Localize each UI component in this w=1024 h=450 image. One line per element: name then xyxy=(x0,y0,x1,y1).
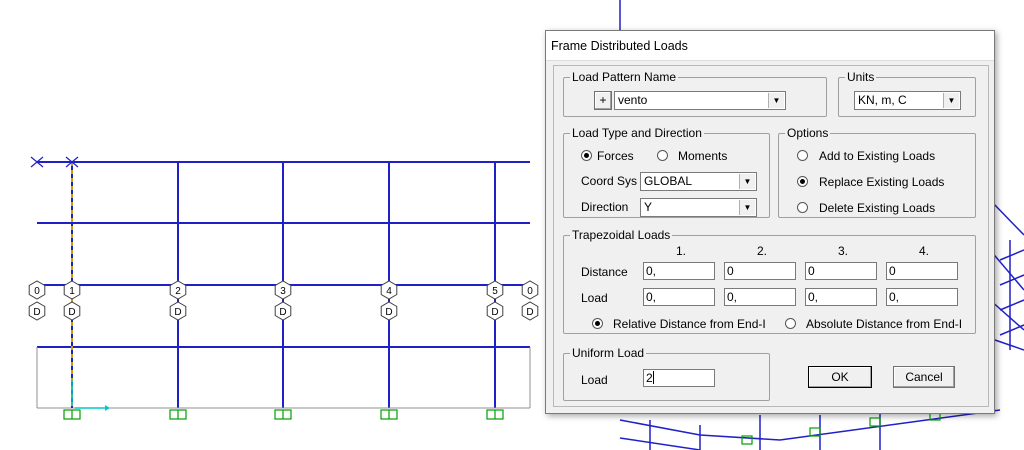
chevron-down-icon[interactable]: ▼ xyxy=(943,93,959,108)
load-pattern-select[interactable]: vento ▼ xyxy=(614,91,786,110)
grid-bubble-bottom-label-0: D xyxy=(33,307,40,318)
trap-load-3-input[interactable]: 0, xyxy=(805,288,877,306)
grid-bubble-top-label-5: 5 xyxy=(492,286,498,297)
trap-load-4-input[interactable]: 0, xyxy=(886,288,958,306)
delete-existing-radio[interactable] xyxy=(797,202,808,213)
chevron-down-icon[interactable]: ▼ xyxy=(739,200,755,215)
uniform-load-value: 2 xyxy=(646,371,653,385)
uniform-load-group-label: Uniform Load xyxy=(572,346,645,360)
forces-label[interactable]: Forces xyxy=(597,149,634,163)
moments-radio[interactable] xyxy=(657,150,668,161)
trap-distance-1-input[interactable]: 0, xyxy=(643,262,715,280)
relative-distance-radio[interactable] xyxy=(592,318,603,329)
frame-distributed-loads-dialog: Frame Distributed Loads Load Pattern Nam… xyxy=(545,30,995,414)
trap-load-2-input[interactable]: 0, xyxy=(724,288,796,306)
delete-existing-label[interactable]: Delete Existing Loads xyxy=(819,201,935,215)
direction-select[interactable]: Y ▼ xyxy=(640,198,757,217)
uniform-load-input[interactable]: 2 xyxy=(643,369,715,387)
chevron-down-icon[interactable]: ▼ xyxy=(768,93,784,108)
trap-col-3-header: 3. xyxy=(838,244,849,258)
chevron-down-icon[interactable]: ▼ xyxy=(739,174,755,189)
frame-supports xyxy=(63,409,504,420)
absolute-distance-label[interactable]: Absolute Distance from End-I xyxy=(806,317,962,331)
cancel-button[interactable]: Cancel xyxy=(893,366,955,388)
dialog-titlebar: Frame Distributed Loads xyxy=(546,31,994,61)
trap-col-4-header: 4. xyxy=(919,244,930,258)
load-pattern-group-label: Load Pattern Name xyxy=(572,70,677,84)
units-value: KN, m, C xyxy=(858,93,907,107)
trap-load-label: Load xyxy=(581,291,608,305)
grid-bubble-bottom-label-5: D xyxy=(491,307,498,318)
uniform-load-label: Load xyxy=(581,373,608,387)
coord-sys-select[interactable]: GLOBAL ▼ xyxy=(640,172,757,191)
trap-col-1-header: 1. xyxy=(676,244,687,258)
add-to-existing-label[interactable]: Add to Existing Loads xyxy=(819,149,935,163)
local-axes xyxy=(71,380,110,411)
add-load-pattern-button[interactable]: + xyxy=(594,91,612,110)
trapezoidal-loads-group-label: Trapezoidal Loads xyxy=(572,228,671,242)
coord-sys-value: GLOBAL xyxy=(644,174,693,188)
forces-radio[interactable] xyxy=(581,150,592,161)
absolute-distance-radio[interactable] xyxy=(785,318,796,329)
trap-col-2-header: 2. xyxy=(757,244,768,258)
add-to-existing-radio[interactable] xyxy=(797,150,808,161)
coord-sys-label: Coord Sys xyxy=(581,174,638,188)
direction-label: Direction xyxy=(581,200,629,214)
replace-existing-label[interactable]: Replace Existing Loads xyxy=(819,175,944,189)
grid-bubble-bottom-label-4: D xyxy=(385,307,392,318)
units-group-label: Units xyxy=(847,70,875,84)
options-group-label: Options xyxy=(787,126,829,140)
trap-distance-3-input[interactable]: 0 xyxy=(805,262,877,280)
grid-bubble-top-label-2: 2 xyxy=(175,286,181,297)
trap-distance-2-input[interactable]: 0 xyxy=(724,262,796,280)
text-cursor xyxy=(652,371,654,385)
trap-load-1-input[interactable]: 0, xyxy=(643,288,715,306)
trap-distance-label: Distance xyxy=(581,265,628,279)
trap-distance-4-input[interactable]: 0 xyxy=(886,262,958,280)
grid-bubble-top-label-1: 1 xyxy=(69,286,75,297)
grid-bubble-bottom-label-3: D xyxy=(279,307,286,318)
units-select[interactable]: KN, m, C ▼ xyxy=(854,91,961,110)
load-pattern-value: vento xyxy=(618,93,648,107)
relative-distance-label[interactable]: Relative Distance from End-I xyxy=(613,317,766,331)
grid-bubble-bottom-label-2: D xyxy=(174,307,181,318)
grid-bubble-bottom-label-1: D xyxy=(68,307,75,318)
dialog-title: Frame Distributed Loads xyxy=(551,39,688,53)
load-type-group-label: Load Type and Direction xyxy=(572,126,702,140)
direction-value: Y xyxy=(644,200,653,214)
grid-bubble-top-label-4: 4 xyxy=(386,286,392,297)
replace-existing-radio[interactable] xyxy=(797,176,808,187)
grid-bubble-top-label-0: 0 xyxy=(34,286,40,297)
grid-bubble-top-label-6: 0 xyxy=(527,286,533,297)
grid-bubble-bottom-label-6: D xyxy=(526,307,533,318)
dialog-body: Load Pattern Name + vento ▼ Units KN, m,… xyxy=(553,65,989,407)
moments-label[interactable]: Moments xyxy=(678,149,727,163)
ok-button[interactable]: OK xyxy=(808,366,872,388)
grid-bubble-top-label-3: 3 xyxy=(280,286,286,297)
